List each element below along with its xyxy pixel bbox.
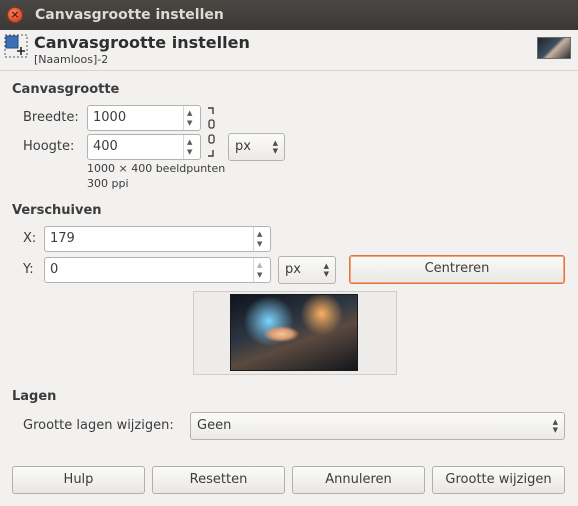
resize-button[interactable]: Grootte wijzigen: [432, 466, 565, 494]
updown-icon: ▲ ▼: [272, 139, 278, 155]
image-name: [Naamloos]-2: [34, 53, 109, 66]
offset-y-value: 0: [50, 262, 59, 277]
canvas-size-heading: Canvasgrootte: [12, 82, 120, 97]
cancel-button[interactable]: Annuleren: [292, 466, 425, 494]
offset-unit-select[interactable]: px ▲ ▼: [278, 256, 336, 284]
width-stepper[interactable]: ▲ ▼: [183, 106, 200, 130]
dialog-title: Canvasgrootte instellen: [34, 33, 250, 52]
updown-icon: ▲ ▼: [552, 418, 558, 434]
canvas-size-icon: [4, 34, 28, 58]
resize-layers-value: Geen: [197, 418, 232, 433]
resize-layers-label: Grootte lagen wijzigen:: [23, 418, 174, 433]
reset-button[interactable]: Resetten: [152, 466, 285, 494]
layers-heading: Lagen: [12, 389, 57, 404]
updown-icon: ▲ ▼: [323, 262, 329, 278]
width-input[interactable]: 1000 ▲ ▼: [87, 105, 201, 131]
center-button[interactable]: Centreren: [349, 255, 565, 284]
height-label: Hoogte:: [23, 139, 75, 154]
offset-heading: Verschuiven: [12, 203, 102, 218]
close-icon[interactable]: ×: [7, 7, 23, 23]
help-button[interactable]: Hulp: [12, 466, 145, 494]
offset-unit-value: px: [285, 262, 301, 277]
height-input[interactable]: 400 ▲ ▼: [87, 134, 201, 160]
canvas-unit-select[interactable]: px ▲ ▼: [228, 133, 285, 161]
resize-layers-select[interactable]: Geen ▲ ▼: [190, 412, 565, 440]
canvas-unit-value: px: [235, 139, 251, 154]
offset-x-value: 179: [50, 231, 75, 246]
preview-image[interactable]: [230, 294, 358, 371]
image-thumbnail: [537, 37, 571, 59]
x-label: X:: [23, 231, 37, 246]
width-label: Breedte:: [23, 110, 79, 125]
height-value: 400: [93, 139, 118, 154]
height-stepper[interactable]: ▲ ▼: [183, 135, 200, 159]
window-title: Canvasgrootte instellen: [35, 7, 224, 23]
chain-link-icon[interactable]: [205, 106, 217, 158]
offset-y-stepper[interactable]: ▲ ▼: [253, 258, 270, 282]
resolution-info: 300 ppi: [87, 177, 129, 190]
offset-x-stepper[interactable]: ▲ ▼: [253, 227, 270, 251]
size-info: 1000 × 400 beeldpunten: [87, 162, 226, 175]
offset-y-input[interactable]: 0 ▲ ▼: [44, 257, 271, 283]
offset-x-input[interactable]: 179 ▲ ▼: [44, 226, 271, 252]
width-value: 1000: [93, 110, 127, 125]
y-label: Y:: [23, 262, 34, 277]
